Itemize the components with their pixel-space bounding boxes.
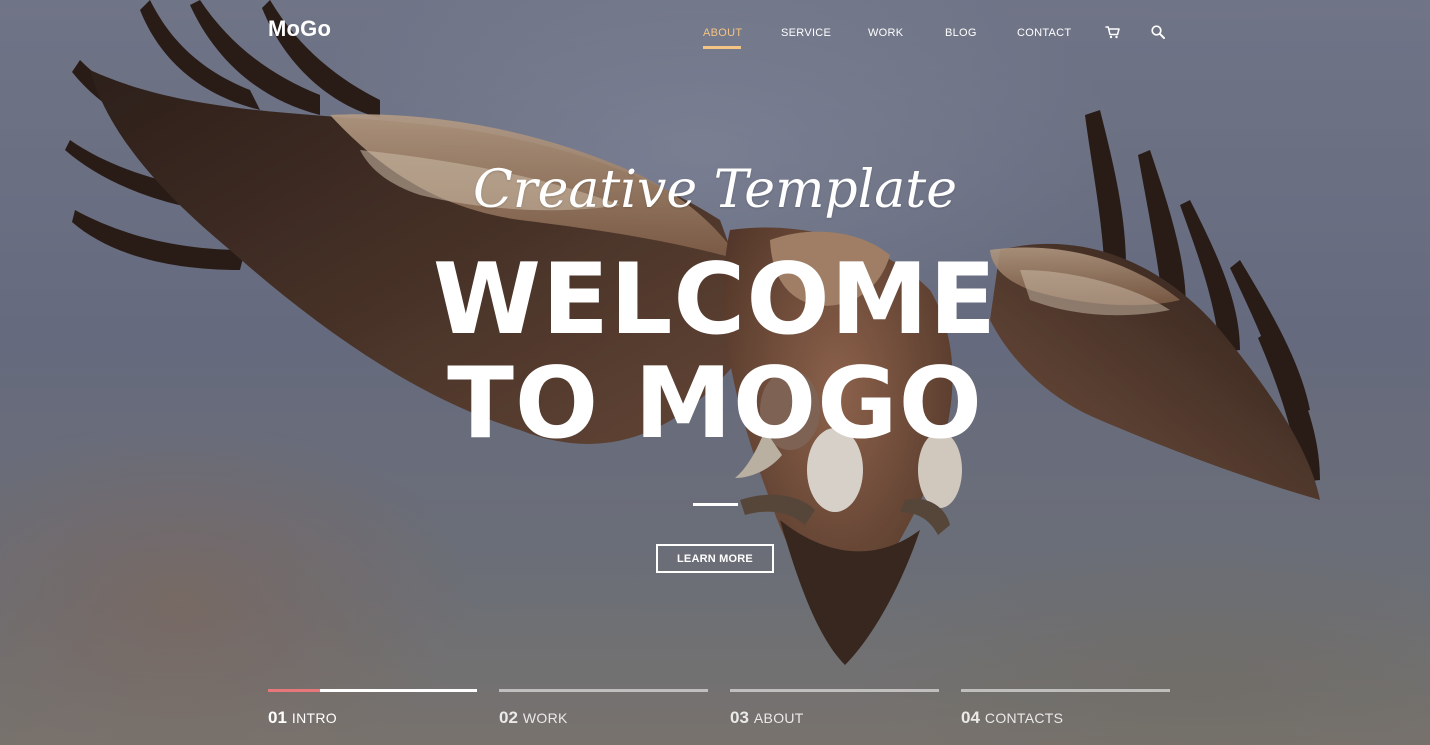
learn-more-button[interactable]: LEARN MORE [656, 544, 774, 573]
nav-item-contact[interactable]: CONTACT [1017, 27, 1071, 39]
nav-item-work[interactable]: WORK [868, 27, 903, 39]
slide-number: 01 [268, 708, 287, 727]
nav-label: WORK [868, 27, 904, 39]
headline-line-1: WELCOME [432, 243, 998, 357]
slide-bar [730, 689, 939, 692]
nav-active-underline [703, 46, 741, 49]
slide-label: 02 WORK [499, 708, 568, 728]
slide-label: 03 ABOUT [730, 708, 804, 728]
slide-bar [961, 689, 1170, 692]
slide-number: 03 [730, 708, 749, 727]
slide-progress-bar [268, 689, 321, 692]
hero-divider [693, 503, 738, 506]
slide-name: INTRO [291, 710, 337, 726]
slide-tab-contacts[interactable]: 04 CONTACTS [961, 689, 1170, 739]
slide-name: ABOUT [753, 710, 804, 726]
cart-icon[interactable] [1105, 24, 1121, 40]
hero-tagline: Creative Template [473, 160, 957, 220]
nav-label: CONTACT [1017, 27, 1072, 39]
slide-number: 02 [499, 708, 518, 727]
nav-item-blog[interactable]: BLOG [945, 27, 977, 39]
slide-tab-work[interactable]: 02 WORK [499, 689, 708, 739]
headline-line-2: TO MOGO [447, 347, 983, 461]
slide-number: 04 [961, 708, 980, 727]
slide-tab-intro[interactable]: 01 INTRO [268, 689, 477, 739]
nav-label: BLOG [945, 27, 977, 39]
slide-label: 01 INTRO [268, 708, 337, 728]
slide-label: 04 CONTACTS [961, 708, 1063, 728]
site-logo[interactable]: MoGo [268, 16, 331, 42]
slide-name: CONTACTS [984, 710, 1064, 726]
slide-tab-about[interactable]: 03 ABOUT [730, 689, 939, 739]
hero-headline: WELCOME TO MOGO [0, 248, 1430, 456]
nav-item-about[interactable]: ABOUT [703, 27, 743, 49]
slide-navigation: 01 INTRO 02 WORK 03 ABOUT 04 CONTACTS [0, 689, 1430, 745]
nav-label: SERVICE [781, 27, 832, 39]
nav-label: ABOUT [703, 27, 743, 39]
nav-item-service[interactable]: SERVICE [781, 27, 831, 39]
slide-name: WORK [522, 710, 568, 726]
slide-bar [499, 689, 708, 692]
search-icon[interactable] [1150, 24, 1166, 40]
